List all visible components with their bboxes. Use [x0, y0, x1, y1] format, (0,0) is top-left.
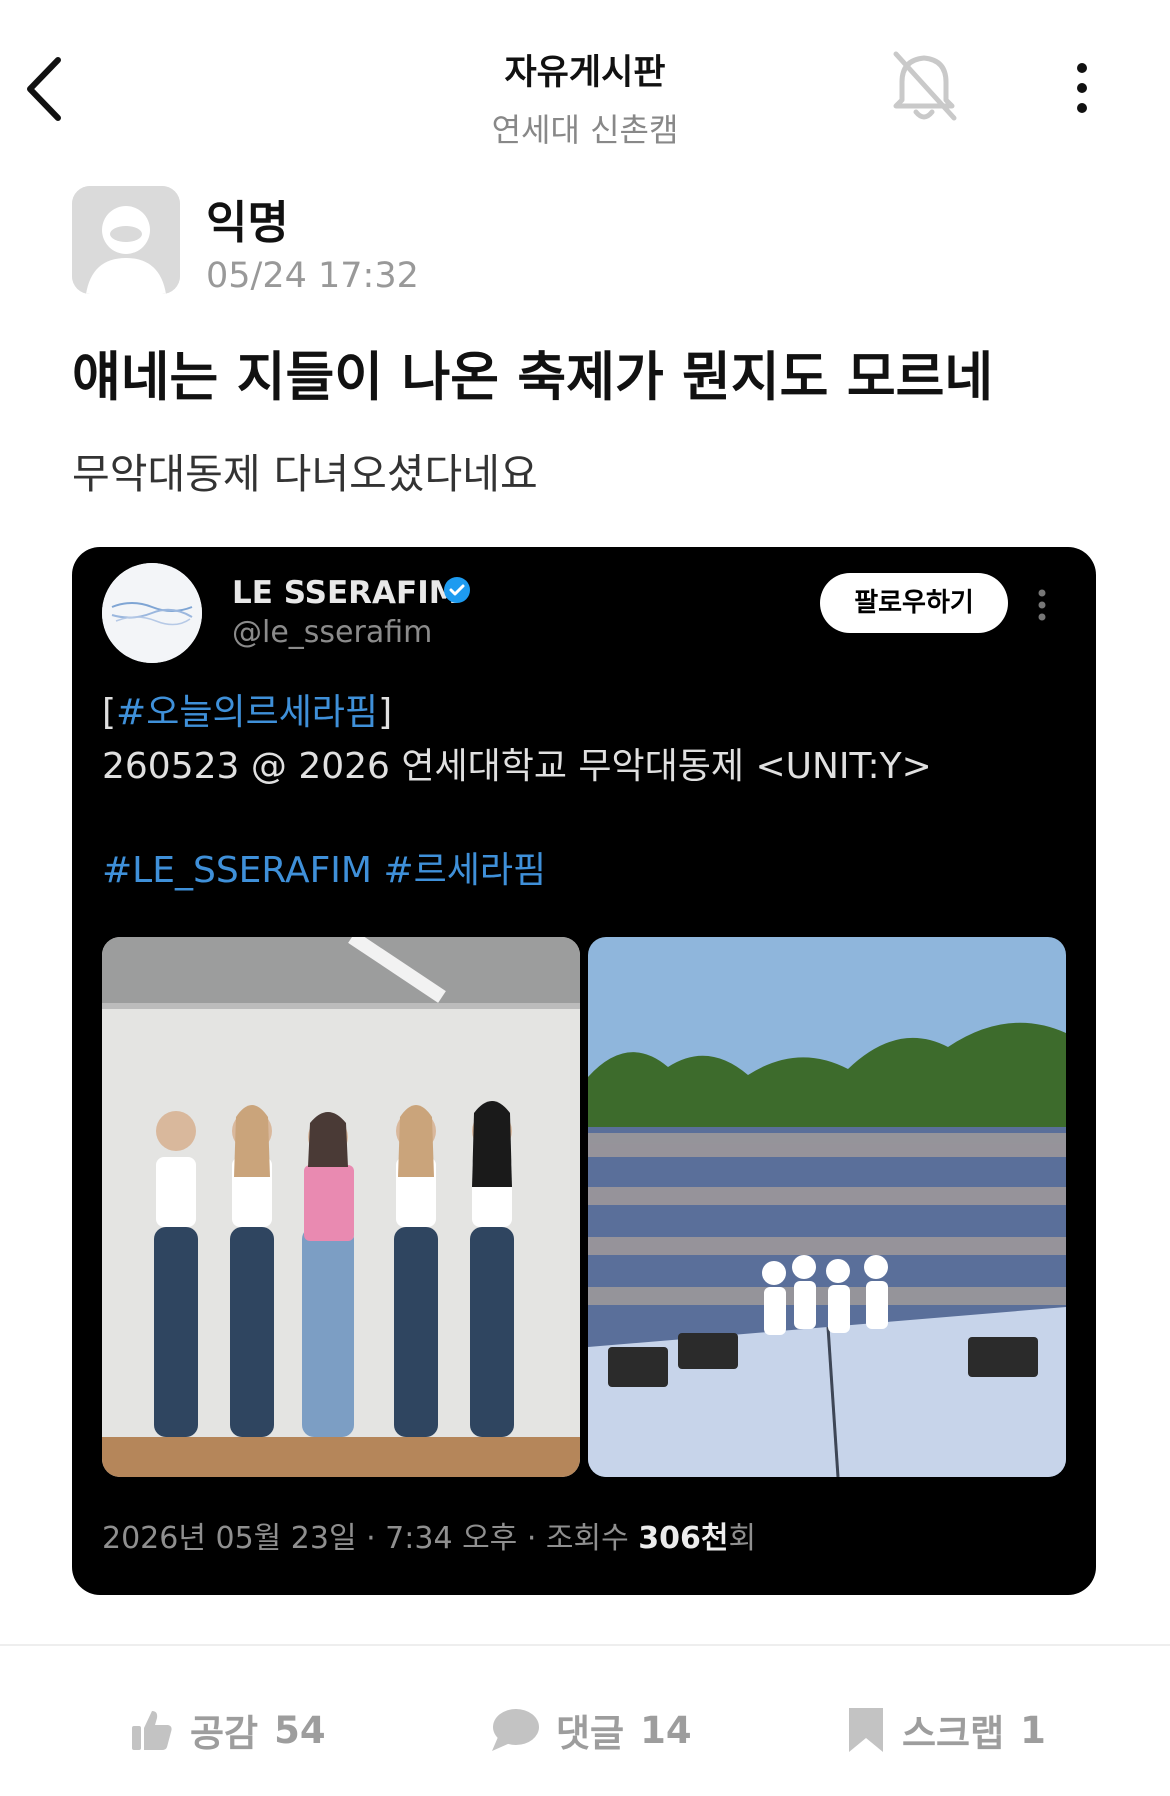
tweet-hashtag: #르세라핌: [383, 850, 547, 891]
tweet-view-count: 306천: [638, 1521, 729, 1556]
tweet-avatar: [102, 563, 202, 663]
scrap-label: 스크랩: [902, 1712, 1005, 1755]
board-header: 자유게시판 연세대 신촌캠: [0, 44, 1170, 151]
tweet-handle: @le_sserafim: [232, 615, 433, 650]
post-time: 05/24 17:32: [206, 256, 419, 296]
tweet-photo-group: [102, 937, 580, 1477]
top-bar: 자유게시판 연세대 신촌캠: [0, 0, 1170, 160]
tweet-photo-crowd: [588, 937, 1066, 1477]
tweet-hashtag: #LE_SSERAFIM: [102, 850, 372, 891]
like-button[interactable]: 공감 54: [130, 1690, 326, 1770]
comment-count: 14: [640, 1708, 692, 1752]
thumbs-up-icon: [132, 1711, 172, 1750]
embedded-tweet-image[interactable]: LE SSERAFIM @le_sserafim 팔로우하기 [#오늘의르세라핌…: [72, 547, 1096, 1595]
speech-bubble-icon: [492, 1709, 539, 1751]
author-name: 익명: [206, 196, 289, 249]
notification-toggle-button[interactable]: [888, 48, 960, 124]
more-menu-button[interactable]: [1062, 58, 1102, 118]
verified-badge-icon: [444, 577, 470, 603]
default-user-icon: [72, 186, 180, 294]
divider: [0, 1644, 1170, 1646]
tweet-more-icon: [1038, 589, 1046, 621]
tweet-hashtag: #오늘의르세라핌: [116, 692, 379, 733]
board-subtitle: 연세대 신촌캠: [491, 111, 679, 149]
bookmark-icon: [849, 1708, 883, 1752]
scrap-count: 1: [1020, 1708, 1046, 1752]
like-count: 54: [274, 1708, 326, 1752]
comment-label: 댓글: [556, 1712, 625, 1755]
more-vertical-icon: [1077, 63, 1087, 113]
comment-button[interactable]: 댓글 14: [490, 1690, 692, 1770]
post-body: 무악대동제 다녀오셨다네요: [72, 450, 538, 498]
tweet-account-name: LE SSERAFIM: [232, 575, 460, 611]
tweet-follow-button: 팔로우하기: [820, 573, 1008, 633]
avatar: [72, 186, 180, 294]
post-title: 얘네는 지들이 나온 축제가 뭔지도 모르네: [72, 347, 994, 408]
bell-off-icon: [893, 51, 957, 121]
tweet-text-line2: 260523 @ 2026 연세대학교 무악대동제 <UNIT:Y>: [102, 746, 932, 787]
profile-logo-icon: [102, 563, 202, 663]
scrap-button[interactable]: 스크랩 1: [846, 1690, 1046, 1770]
tweet-meta: 2026년 05월 23일 · 7:34 오후 · 조회수 306천회: [102, 1521, 757, 1556]
like-label: 공감: [190, 1712, 259, 1755]
board-title: 자유게시판: [504, 53, 666, 93]
tweet-hashtags: #LE_SSERAFIM #르세라핌: [102, 841, 546, 893]
tweet-text-line1: [#오늘의르세라핌]: [102, 692, 393, 733]
post-author: 익명 05/24 17:32: [72, 186, 672, 296]
post-actions: 공감 54 댓글 14 스크랩 1: [0, 1690, 1170, 1770]
